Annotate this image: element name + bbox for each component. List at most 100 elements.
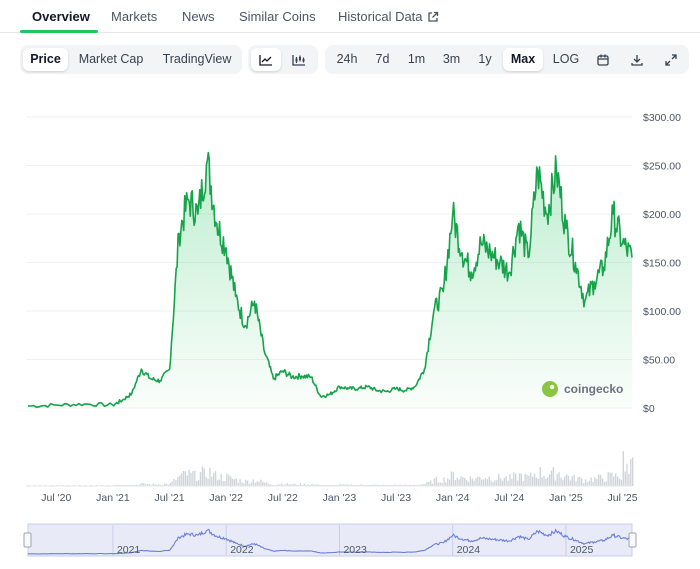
navigator-year-label: 2024 [457,544,481,556]
volume-bar [220,473,222,486]
volume-bar [196,480,198,486]
y-tick-label: $150.00 [643,258,681,270]
y-tick-label: $300.00 [643,112,681,124]
x-tick-label: Jul '20 [41,492,71,504]
volume-bar [228,474,230,486]
x-tick-label: Jan '25 [549,492,583,504]
fullscreen-button[interactable] [657,48,685,71]
volume-bar [448,479,451,486]
volume-bar [199,472,202,486]
price-chart[interactable]: $300.00 $250.00 $200.00 $150.00 $100.00 $50.0… [0,80,700,569]
volume-bar [526,474,528,486]
range-7d-button[interactable]: 7d [367,48,398,71]
expand-icon [665,53,677,66]
volume-bar [245,479,247,486]
volume-bar [564,476,566,486]
volume-bar [456,477,458,486]
volume-bar [235,478,237,486]
range-max-button[interactable]: Max [503,48,543,71]
x-tick-label: Jul '21 [155,492,185,504]
range-1m-button[interactable]: 1m [401,48,432,71]
volume-bar [496,480,498,486]
volume-bar [213,472,215,486]
calendar-button[interactable] [589,48,617,71]
time-range-group: 24h 7d 1m 3m 1y Max LOG [325,45,689,74]
volume-bar [447,478,449,486]
volume-bar [569,480,572,486]
tradingview-button[interactable]: TradingView [154,48,240,71]
coingecko-logo-eye [549,384,555,390]
volume-bar [558,472,560,486]
volume-bar [467,481,470,486]
volume-bar [465,479,468,486]
tab-markets[interactable]: Markets [111,9,157,24]
volume-bar [492,481,494,486]
x-tick-label: Jan '24 [436,492,470,504]
volume-bar [603,481,606,486]
volume-bar [511,478,513,486]
volume-bar [241,482,243,486]
volume-bar [524,474,526,486]
candlestick-button[interactable] [284,48,314,71]
volume-bar [509,474,511,486]
volume-bar [475,478,477,486]
tab-news[interactable]: News [182,9,215,24]
volume-bar [464,478,466,486]
volume-bar [533,473,536,486]
volume-bar [594,477,596,486]
volume-bar [226,473,228,486]
volume-bar [435,476,438,486]
x-tick-label: Jan '22 [209,492,243,504]
tab-similar-coins[interactable]: Similar Coins [239,9,316,24]
volume-bar [256,481,258,486]
volume-bar [473,480,475,486]
volume-bar [250,482,253,486]
volume-bar [184,471,187,486]
volume-bar [180,473,183,486]
market-cap-button[interactable]: Market Cap [71,48,151,71]
navigator-right-handle[interactable] [628,532,637,548]
range-3m-button[interactable]: 3m [436,48,467,71]
volume-bar [541,477,543,486]
volume-bar [482,479,485,486]
volume-bar [596,479,598,486]
download-button[interactable] [623,48,651,71]
navigator-left-handle[interactable] [23,532,32,548]
volume-bar [554,480,556,486]
coingecko-logo-icon [542,381,558,397]
volume-bar [516,480,519,486]
volume-bar [577,477,579,486]
volume-bar [628,474,630,486]
volume-bar [211,476,213,486]
volume-bar [452,472,455,486]
volume-bar [571,476,573,486]
x-tick-label: Jan '21 [96,492,130,504]
volume-bar [616,476,619,486]
range-24h-button[interactable]: 24h [330,48,364,71]
tab-historical-data[interactable]: Historical Data [338,9,439,24]
navigator-year-label: 2025 [570,544,594,556]
volume-bar [262,481,264,486]
line-chart-icon [259,54,272,66]
volume-bar [258,481,260,486]
volume-bar [556,474,558,486]
log-scale-button[interactable]: LOG [547,48,585,71]
price-button[interactable]: Price [23,48,68,71]
volume-bar [599,474,602,486]
candlestick-icon [292,54,305,66]
volume-bar [194,470,196,486]
volume-bar [562,479,564,486]
x-axis: Jul '20 Jan '21 Jul '21 Jan '22 Jul '22 Jan '… [41,492,637,504]
range-1y-button[interactable]: 1y [471,48,499,71]
line-chart-button[interactable] [251,48,281,71]
download-icon [631,54,643,66]
volume-bar [518,473,521,486]
volume-bar [230,476,232,486]
range-navigator[interactable]: 2021 2022 2023 2024 2025 [23,523,637,557]
tab-overview[interactable]: Overview [32,9,90,24]
volume-bar [547,477,549,486]
volume-bar [507,480,509,486]
volume-bar [632,457,634,486]
chart-style-group [248,45,318,74]
volume-bar [201,466,204,486]
